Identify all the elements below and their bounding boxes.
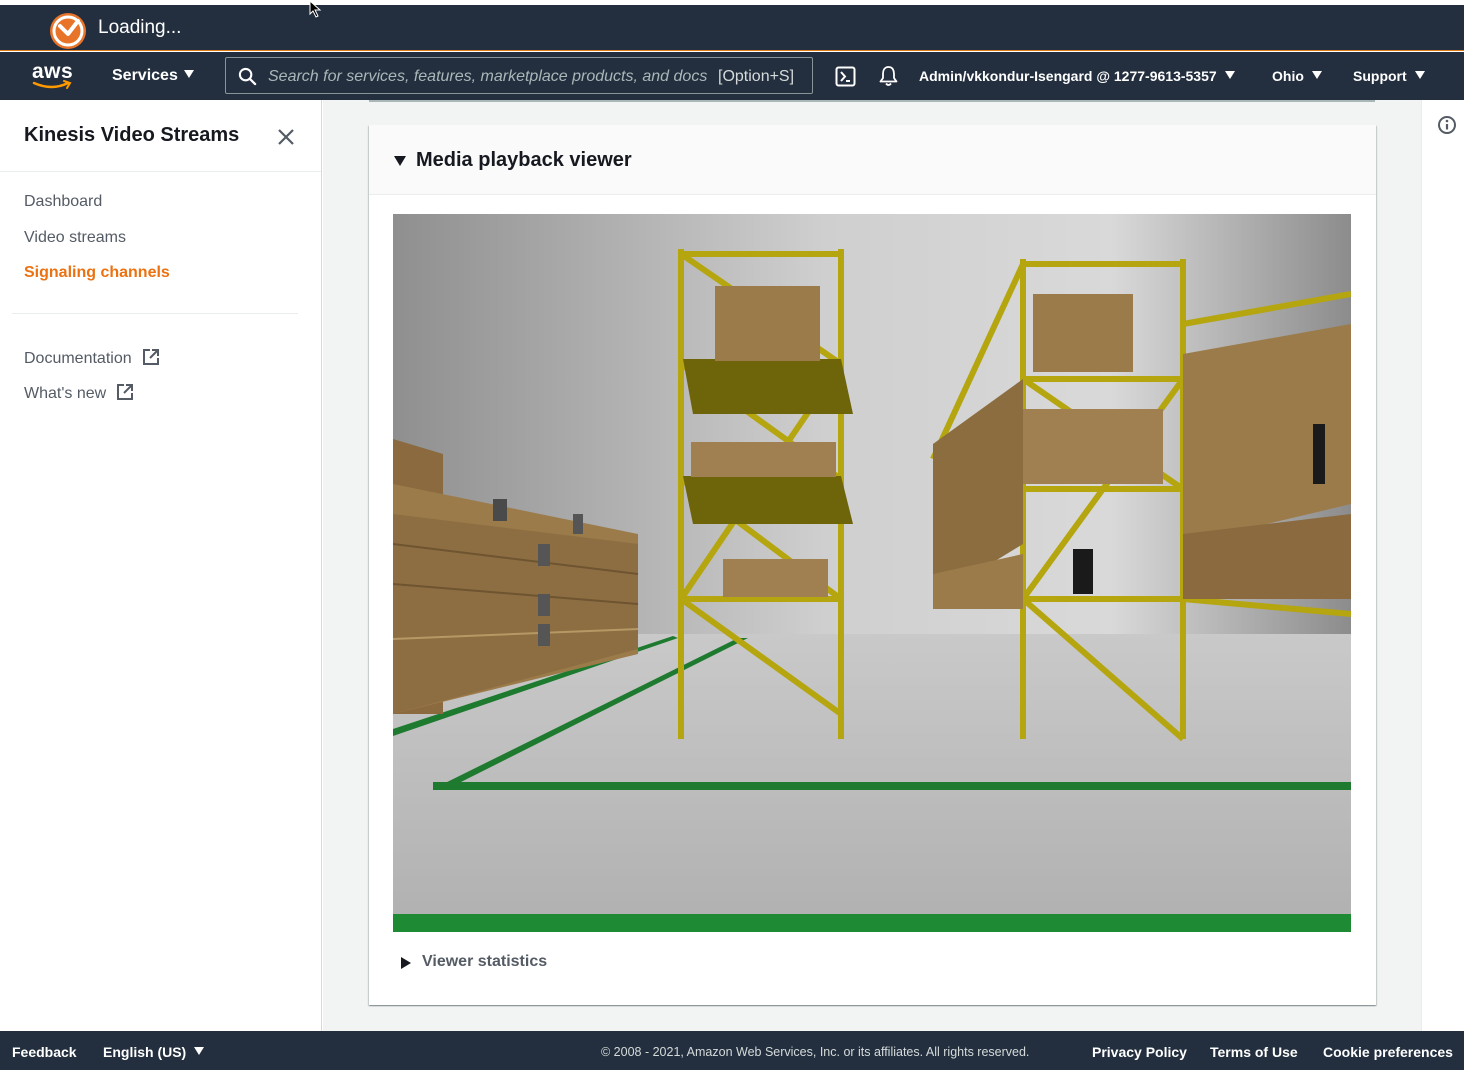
language-label: English (US) xyxy=(103,1044,187,1060)
content-top-divider xyxy=(369,100,1375,102)
search-placeholder: Search for services, features, marketpla… xyxy=(268,68,708,85)
main-content: Media playback viewer Viewer statistics xyxy=(323,100,1421,1031)
services-label: Services xyxy=(112,67,178,84)
panel-header[interactable]: Media playback viewer xyxy=(369,125,1376,195)
close-icon[interactable] xyxy=(276,127,296,147)
caret-down-icon xyxy=(394,156,406,166)
privacy-policy-link[interactable]: Privacy Policy xyxy=(1092,1044,1187,1060)
loading-text: Loading... xyxy=(98,17,182,38)
info-icon[interactable] xyxy=(1437,115,1457,135)
video-frame-image xyxy=(393,214,1351,932)
aws-logo[interactable]: aws xyxy=(32,60,74,92)
account-menu-button[interactable]: Admin/vkkondur-Isengard @ 1277-9613-5357 xyxy=(919,68,1235,84)
console-footer: Feedback English (US) © 2008 - 2021, Ama… xyxy=(0,1031,1464,1070)
viewer-statistics-label: Viewer statistics xyxy=(422,953,548,970)
media-playback-panel: Media playback viewer Viewer statistics xyxy=(369,125,1376,1005)
account-label: Admin/vkkondur-Isengard @ 1277-9613-5357 xyxy=(919,68,1217,84)
copyright-text: © 2008 - 2021, Amazon Web Services, Inc.… xyxy=(601,1045,1030,1059)
caret-right-icon xyxy=(401,957,411,969)
cloudshell-icon[interactable] xyxy=(835,66,856,87)
video-player[interactable] xyxy=(393,214,1351,932)
sidebar-link-documentation[interactable]: Documentation xyxy=(24,348,160,368)
sidebar-item-signaling-channels[interactable]: Signaling channels xyxy=(24,264,170,282)
loading-logo-icon xyxy=(50,13,86,49)
chevron-down-icon xyxy=(1414,71,1425,79)
external-link-icon xyxy=(142,349,159,365)
sidebar-item-video-streams[interactable]: Video streams xyxy=(24,229,126,247)
chevron-down-icon xyxy=(1224,71,1235,79)
top-navigation-bar: aws Services Search for services, featur… xyxy=(0,52,1464,100)
sidebar-link-label: Documentation xyxy=(24,350,132,367)
search-input[interactable]: Search for services, features, marketpla… xyxy=(225,57,813,94)
chevron-down-icon xyxy=(194,1047,205,1055)
sidebar-item-dashboard[interactable]: Dashboard xyxy=(24,193,102,211)
terms-of-use-link[interactable]: Terms of Use xyxy=(1210,1044,1298,1060)
aws-smile-icon xyxy=(32,80,72,89)
sidebar-title[interactable]: Kinesis Video Streams xyxy=(24,124,239,147)
sidebar-link-label: What's new xyxy=(24,385,107,402)
support-menu-button[interactable]: Support xyxy=(1353,68,1425,84)
panel-title: Media playback viewer xyxy=(416,149,632,171)
search-shortcut: [Option+S] xyxy=(718,68,795,85)
notifications-bell-icon[interactable] xyxy=(878,65,899,87)
tools-panel-rail xyxy=(1421,100,1464,1031)
side-navigation: Kinesis Video Streams Dashboard Video st… xyxy=(0,100,322,1031)
mouse-cursor-icon xyxy=(309,0,322,18)
region-menu-button[interactable]: Ohio xyxy=(1272,68,1322,84)
search-icon xyxy=(238,67,257,86)
cookie-preferences-link[interactable]: Cookie preferences xyxy=(1323,1044,1453,1060)
support-label: Support xyxy=(1353,68,1407,84)
language-selector[interactable]: English (US) xyxy=(103,1044,205,1060)
sidebar-divider xyxy=(0,171,321,172)
feedback-link[interactable]: Feedback xyxy=(12,1044,77,1060)
loading-bar: Loading... xyxy=(0,5,1464,51)
external-link-icon xyxy=(117,384,134,400)
services-menu-button[interactable]: Services xyxy=(112,67,194,85)
sidebar-link-whats-new[interactable]: What's new xyxy=(24,383,134,403)
sidebar-divider xyxy=(12,313,298,314)
chevron-down-icon xyxy=(1311,71,1322,79)
chevron-down-icon xyxy=(183,70,194,78)
region-label: Ohio xyxy=(1272,68,1304,84)
